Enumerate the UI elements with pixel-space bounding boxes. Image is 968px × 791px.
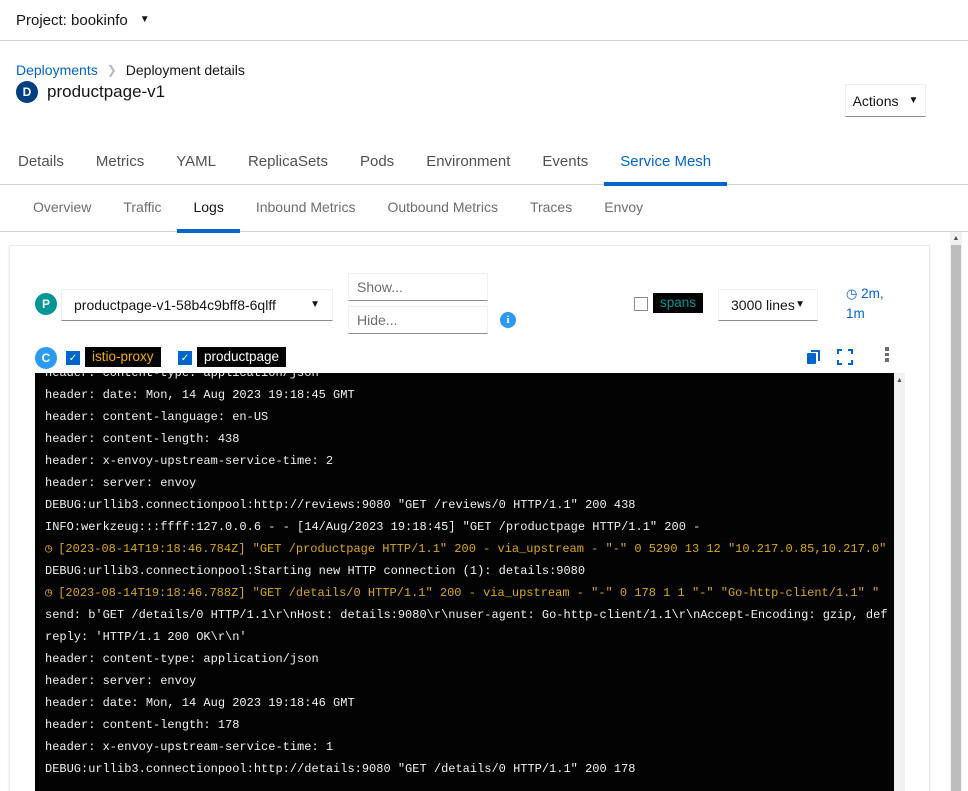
page-title: productpage-v1 [47,82,165,102]
scroll-up-icon[interactable]: ▲ [950,232,962,242]
log-line: header: date: Mon, 14 Aug 2023 19:18:46 … [45,692,894,714]
title-row: D productpage-v1 [16,81,165,103]
expand-icon[interactable] [837,349,853,365]
service-mesh-subtabs: Overview Traffic Logs Inbound Metrics Ou… [0,185,968,232]
chevron-down-icon: ▼ [909,96,919,106]
subtab-overview[interactable]: Overview [17,185,107,233]
actions-button[interactable]: Actions ▼ [845,84,926,117]
subtab-traffic[interactable]: Traffic [107,185,177,233]
log-line: header: content-length: 178 [45,714,894,736]
log-line: header: server: envoy [45,670,894,692]
log-line: header: date: Mon, 14 Aug 2023 19:18:45 … [45,384,894,406]
log-line: header: content-length: 438 [45,428,894,450]
clock-icon: ◷ [45,542,52,556]
clock-icon: ◷ [846,286,857,301]
spans-checkbox[interactable] [634,297,648,311]
tab-events[interactable]: Events [526,140,604,186]
breadcrumb-current: Deployment details [126,62,245,78]
subtab-outbound-metrics[interactable]: Outbound Metrics [371,185,514,233]
log-line: header: content-type: application/json [45,648,894,670]
container-badge: C [35,347,57,369]
chevron-right-icon: ❯ [107,63,117,77]
tab-environment[interactable]: Environment [410,140,526,186]
log-line: DEBUG:urllib3.connectionpool:http://revi… [45,494,894,516]
breadcrumb-deployments-link[interactable]: Deployments [16,62,98,78]
log-line: header: content-language: en-US [45,406,894,428]
log-line: DEBUG:urllib3.connectionpool:Starting ne… [45,560,894,582]
log-line: header: server: envoy [45,472,894,494]
log-line: header: x-envoy-upstream-service-time: 2 [45,450,894,472]
chevron-down-icon: ▼ [140,15,150,25]
tab-replicasets[interactable]: ReplicaSets [232,140,344,186]
spans-label[interactable]: spans [653,293,703,313]
log-line: send: b'GET /details/0 HTTP/1.1\r\nHost:… [45,604,894,626]
log-entry-line: ◷[2023-08-14T19:18:46.784Z] "GET /produc… [45,538,894,560]
log-line: reply: 'HTTP/1.1 200 OK\r\n' [45,626,894,648]
lines-select-value: 3000 lines [731,297,795,313]
subtab-logs[interactable]: Logs [177,185,239,233]
project-selector-label: Project: bookinfo [16,12,128,29]
tab-metrics[interactable]: Metrics [80,140,160,186]
log-entry-line: ◷[2023-08-14T19:18:46.788Z] "GET /detail… [45,582,894,604]
log-line: header: content-type: application/json [45,373,894,384]
deployment-badge: D [16,81,38,103]
time-range-link[interactable]: ◷ 2m, 1m [846,284,902,324]
tab-details[interactable]: Details [2,140,80,186]
breadcrumb: Deployments ❯ Deployment details [16,62,245,78]
istio-proxy-checkbox[interactable]: ✓ [66,351,80,365]
log-lines: header: content-type: application/jsonhe… [35,373,894,780]
subtab-traces[interactable]: Traces [514,185,588,233]
scrollbar-thumb[interactable] [951,245,961,791]
logs-card: P productpage-v1-58b4c9bff8-6qlff ▼ i sp… [9,245,930,791]
actions-button-label: Actions [853,93,899,109]
productpage-checkbox[interactable]: ✓ [178,351,192,365]
log-line: INFO:werkzeug:::ffff:127.0.0.6 - - [14/A… [45,516,894,538]
tab-pods[interactable]: Pods [344,140,410,186]
chevron-down-icon: ▼ [310,300,320,310]
scroll-up-icon[interactable]: ▲ [894,373,905,384]
project-selector[interactable]: Project: bookinfo ▼ [16,12,150,29]
chevron-down-icon: ▼ [795,300,805,310]
istio-proxy-label[interactable]: istio-proxy [85,347,161,367]
copy-icon[interactable] [806,349,822,365]
pod-badge: P [35,293,57,315]
tab-yaml[interactable]: YAML [160,140,232,186]
hide-filter-input[interactable] [348,306,488,334]
clock-icon: ◷ [45,586,52,600]
log-panel: header: content-type: application/jsonhe… [35,373,894,791]
log-line: header: x-envoy-upstream-service-time: 1 [45,736,894,758]
pod-select-value: productpage-v1-58b4c9bff8-6qlff [74,297,276,313]
subtab-inbound-metrics[interactable]: Inbound Metrics [240,185,372,233]
info-icon[interactable]: i [500,312,516,328]
show-filter-input[interactable] [348,273,488,301]
subtab-envoy[interactable]: Envoy [588,185,659,233]
lines-select[interactable]: 3000 lines ▼ [718,289,818,321]
project-bar: Project: bookinfo ▼ [0,0,968,41]
deployment-details-page: Project: bookinfo ▼ Deployments ❯ Deploy… [0,0,968,791]
productpage-label[interactable]: productpage [197,347,286,367]
log-line: DEBUG:urllib3.connectionpool:http://deta… [45,758,894,780]
kebab-menu-icon[interactable] [884,347,890,363]
main-tabs: Details Metrics YAML ReplicaSets Pods En… [0,140,968,185]
pod-select[interactable]: productpage-v1-58b4c9bff8-6qlff ▼ [61,289,333,321]
frame-scrollbar[interactable]: ▲ [950,232,962,791]
log-scrollbar[interactable]: ▲ [894,373,905,791]
tab-service-mesh[interactable]: Service Mesh [604,140,727,186]
